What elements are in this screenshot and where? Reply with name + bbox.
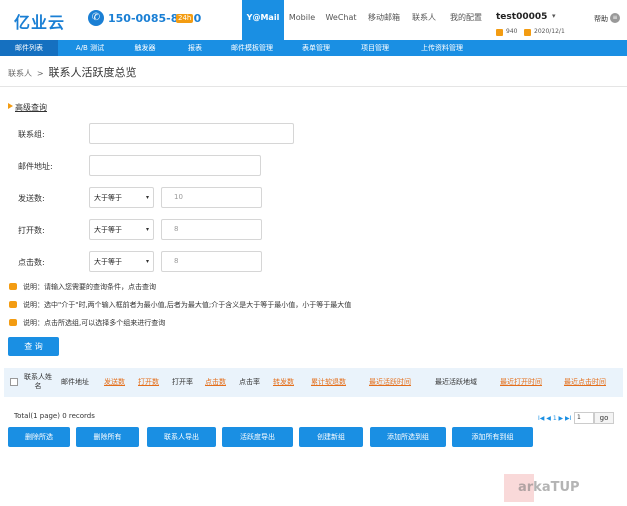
- export-contacts-button[interactable]: 联系人导出: [147, 427, 216, 447]
- help-note: 说明：选中"介于"时,两个输入框前者为最小值,后者为最大值;介于含义是大于等于最…: [23, 301, 352, 309]
- col-sent-sort[interactable]: 发送数: [104, 377, 125, 387]
- add-all-to-group-button[interactable]: 添加所有到组: [452, 427, 533, 447]
- menu-mail-list[interactable]: 邮件列表: [0, 40, 58, 56]
- nav-mobile[interactable]: Mobile: [287, 0, 317, 36]
- delete-selected-button[interactable]: 删除所选: [8, 427, 70, 447]
- col-forwards-sort[interactable]: 转发数: [273, 377, 294, 387]
- points-balance: 940: [506, 28, 518, 35]
- col-last-active-sort[interactable]: 最近活跃时间: [369, 377, 411, 387]
- nav-my-config[interactable]: 我的配置: [445, 0, 487, 36]
- breadcrumb: 联系人 > 联系人活跃度总览: [8, 64, 137, 79]
- brand-logo[interactable]: 亿业云: [14, 9, 65, 33]
- menu-template-manager[interactable]: 邮件模板管理: [224, 40, 280, 56]
- record-count: Total(1 page) 0 records: [14, 412, 95, 420]
- help-note: 说明：点击所选组,可以选择多个组来进行查询: [23, 319, 166, 327]
- speech-bubble-icon: [9, 283, 17, 290]
- click-value: 8: [174, 257, 179, 265]
- col-opens-sort[interactable]: 打开数: [138, 377, 159, 387]
- add-selected-to-group-button[interactable]: 添加所选到组: [370, 427, 446, 447]
- click-label: 点击数:: [18, 258, 45, 267]
- expiry-date: 2020/12/1: [534, 28, 565, 35]
- chevron-down-icon[interactable]: ▾: [552, 12, 556, 20]
- menu-ab-test[interactable]: A/B 测试: [62, 40, 118, 56]
- go-button[interactable]: go: [594, 412, 614, 424]
- col-contact-name: 联系人姓名: [24, 373, 52, 390]
- sent-value-input[interactable]: 10: [161, 187, 262, 208]
- create-group-button[interactable]: 创建新组: [299, 427, 363, 447]
- open-label: 打开数:: [18, 226, 45, 235]
- watermark: arkaTUP: [504, 474, 624, 502]
- user-account-menu[interactable]: test00005: [496, 12, 547, 22]
- email-label: 邮件地址:: [18, 162, 53, 171]
- sent-value: 10: [174, 193, 183, 201]
- open-operator-select[interactable]: 大于等于 ▾: [89, 219, 154, 240]
- page-title: 联系人活跃度总览: [48, 66, 137, 79]
- page-number-input[interactable]: 1: [574, 412, 594, 424]
- breadcrumb-contacts[interactable]: 联系人: [8, 69, 32, 78]
- sent-operator-value: 大于等于: [94, 194, 122, 202]
- chevron-down-icon: ▾: [145, 258, 149, 265]
- main-menu-bar: 邮件列表 A/B 测试 触发器 报表 邮件模板管理 表单管理 项目管理 上传资料…: [0, 40, 627, 56]
- menu-reports[interactable]: 报表: [172, 40, 218, 56]
- menu-upload-manager[interactable]: 上传资料管理: [412, 40, 472, 56]
- open-value: 8: [174, 225, 179, 233]
- watermark-text: arkaTUP: [518, 480, 580, 495]
- speech-bubble-icon: [9, 319, 17, 326]
- calendar-icon: [524, 29, 531, 36]
- chevron-down-icon: ▾: [145, 226, 149, 233]
- col-last-open-sort[interactable]: 最近打开时间: [500, 377, 542, 387]
- col-soft-bounce-sort[interactable]: 累计软退数: [311, 377, 346, 387]
- menu-project-manager[interactable]: 项目管理: [350, 40, 400, 56]
- col-open-rate: 打开率: [172, 378, 193, 386]
- menu-form-manager[interactable]: 表单管理: [290, 40, 342, 56]
- col-click-rate: 点击率: [239, 378, 260, 386]
- help-link[interactable]: 帮助: [594, 14, 608, 24]
- contact-group-input[interactable]: [89, 123, 294, 144]
- help-note: 说明：请输入您需要的查询条件，点击查询: [23, 283, 156, 291]
- email-field[interactable]: [89, 155, 261, 176]
- col-email: 邮件地址: [61, 378, 89, 386]
- click-operator-value: 大于等于: [94, 258, 122, 266]
- hotline-24h-badge: 24h: [176, 14, 194, 23]
- speech-bubble-icon: [9, 301, 17, 308]
- phone-icon: ✆: [88, 10, 104, 26]
- group-label: 联系组:: [18, 130, 45, 139]
- menu-triggers[interactable]: 触发器: [122, 40, 168, 56]
- nav-ymail[interactable]: Y@Mail: [242, 0, 284, 40]
- sent-operator-select[interactable]: 大于等于 ▾: [89, 187, 154, 208]
- triangle-right-icon: [8, 103, 13, 109]
- coin-icon: [496, 29, 503, 36]
- divider: [0, 86, 627, 87]
- top-header: 亿业云 ✆ 150-0085-8090 24h Y@Mail Mobile We…: [0, 0, 627, 40]
- chevron-down-icon: ▾: [145, 194, 149, 201]
- table-header: 联系人姓名 邮件地址 发送数 打开数 打开率 点击数 点击率 转发数 累计软退数…: [4, 368, 623, 397]
- nav-wechat[interactable]: WeChat: [323, 0, 359, 36]
- breadcrumb-separator: >: [36, 69, 44, 78]
- pager-controls[interactable]: I◀ ◀ 1 ▶ ▶I: [538, 415, 571, 422]
- nav-contacts[interactable]: 联系人: [410, 0, 438, 36]
- click-value-input[interactable]: 8: [161, 251, 262, 272]
- sent-label: 发送数:: [18, 194, 45, 203]
- delete-all-button[interactable]: 删除所有: [76, 427, 139, 447]
- nav-mobile-mailbox[interactable]: 移动邮箱: [364, 0, 404, 36]
- select-all-checkbox[interactable]: [10, 378, 18, 386]
- col-clicks-sort[interactable]: 点击数: [205, 377, 226, 387]
- col-last-click-sort[interactable]: 最近点击时间: [564, 377, 606, 387]
- help-icon[interactable]: ≡: [610, 13, 620, 23]
- advanced-search-toggle[interactable]: 高级查询: [15, 102, 47, 113]
- col-last-active-region: 最近活跃地域: [435, 378, 477, 386]
- click-operator-select[interactable]: 大于等于 ▾: [89, 251, 154, 272]
- open-value-input[interactable]: 8: [161, 219, 262, 240]
- query-button[interactable]: 查 询: [8, 337, 59, 356]
- export-activity-button[interactable]: 活跃度导出: [222, 427, 293, 447]
- open-operator-value: 大于等于: [94, 226, 122, 234]
